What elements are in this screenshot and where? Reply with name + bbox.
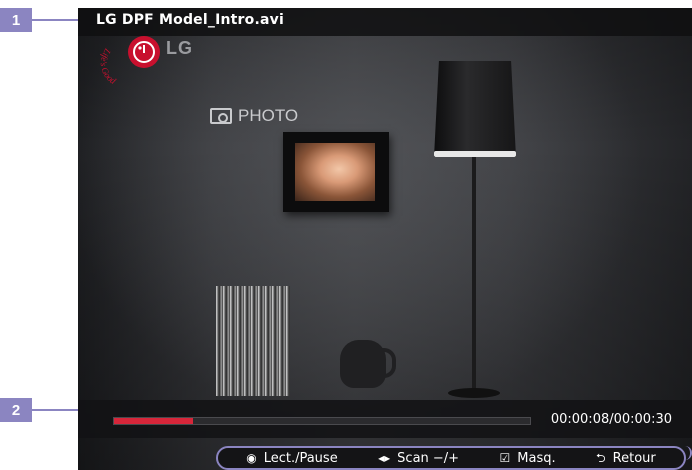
floor-lamp-shade	[434, 61, 516, 157]
floor-lamp-base	[448, 388, 500, 398]
checkbox-icon: ☑	[499, 451, 511, 465]
slogan-text: Life's Good	[100, 46, 118, 84]
control-guide-bar: ◉ Lect./Pause ◂▸ Scan −/+ ☑ Masq. ⮌ Reto…	[216, 446, 686, 470]
progress-fill	[114, 418, 194, 424]
video-file-title: LG DPF Model_Intro.avi	[96, 12, 284, 28]
callout-2-badge: 2	[0, 398, 32, 422]
lg-logo-icon	[128, 36, 160, 68]
return-label: Retour	[612, 450, 656, 466]
portrait-photo	[295, 143, 375, 201]
camera-icon	[210, 108, 232, 124]
return-arrow-icon: ⮌	[596, 451, 606, 465]
decorative-sticks-vase	[216, 286, 290, 396]
progress-track[interactable]	[113, 417, 531, 425]
pitcher-vase	[340, 340, 396, 388]
photo-label: PHOTO	[210, 106, 298, 126]
return-control[interactable]: ⮌ Retour	[596, 451, 656, 466]
digital-photo-frame	[283, 132, 389, 212]
playback-progress-bar: 00:00:08/00:00:30	[78, 400, 692, 438]
record-circle-icon: ◉	[246, 451, 257, 465]
playback-time: 00:00:08/00:00:30	[550, 412, 672, 427]
lg-brand-wordmark: LG	[166, 38, 193, 58]
title-bar: LG DPF Model_Intro.avi	[78, 8, 692, 36]
hide-label: Masq.	[517, 450, 556, 466]
floor-lamp-pole	[472, 157, 476, 397]
left-right-arrows-icon: ◂▸	[378, 451, 391, 465]
play-pause-label: Lect./Pause	[263, 450, 338, 466]
play-pause-control[interactable]: ◉ Lect./Pause	[246, 451, 338, 466]
scan-label: Scan −/+	[397, 450, 460, 466]
hide-control[interactable]: ☑ Masq.	[500, 451, 556, 466]
scan-control[interactable]: ◂▸ Scan −/+	[378, 451, 459, 466]
photo-label-text: PHOTO	[238, 106, 299, 125]
callout-1-badge: 1	[0, 8, 32, 32]
video-player-screen: PHOTO Life's Good LG LG DPF Model_Intro.…	[78, 8, 692, 470]
